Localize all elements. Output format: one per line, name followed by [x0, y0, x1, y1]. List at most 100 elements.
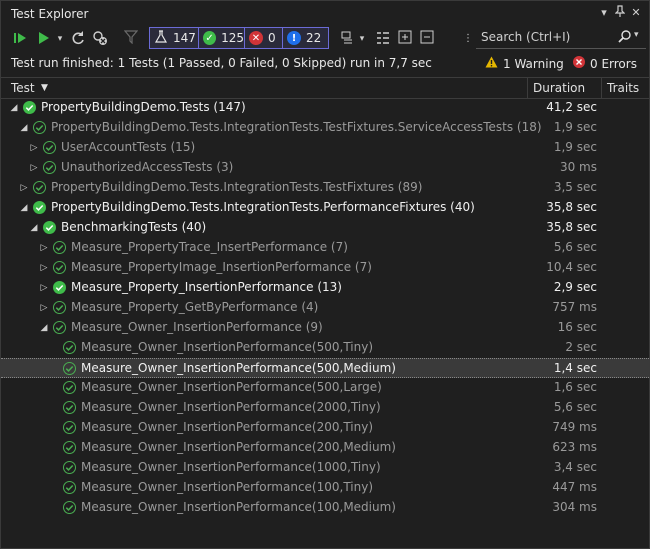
test-duration: 2 sec: [565, 340, 597, 354]
repeat-run-icon[interactable]: [69, 30, 87, 48]
passed-tests-badge[interactable]: ✓ 125: [199, 27, 245, 49]
more-options-icon[interactable]: ⋮: [463, 30, 473, 48]
total-tests-badge[interactable]: 147: [150, 27, 199, 49]
tree-row[interactable]: ▷ UserAccountTests (15) 1,9 sec: [1, 138, 649, 158]
test-duration: 16 sec: [557, 320, 597, 334]
search-icon[interactable]: [618, 30, 632, 47]
test-name: Measure_PropertyImage_InsertionPerforman…: [71, 260, 372, 274]
tree-row[interactable]: ◢ PropertyBuildingDemo.Tests.IntegrationT…: [1, 118, 649, 138]
expanded-chevron-icon[interactable]: ◢: [9, 100, 19, 116]
test-name: Measure_PropertyTrace_InsertPerformance …: [71, 240, 348, 254]
search-input[interactable]: Search (Ctrl+I) ▾: [476, 27, 646, 49]
passed-icon: [33, 181, 46, 194]
tree-row[interactable]: Measure_Owner_InsertionPerformance(1000,…: [1, 458, 649, 478]
tree-row[interactable]: ◢ PropertyBuildingDemo.Tests (147) 41,2 se…: [1, 98, 649, 118]
playlist-dropdown-icon[interactable]: ▾: [357, 30, 367, 48]
tree-row[interactable]: Measure_Owner_InsertionPerformance(200,M…: [1, 438, 649, 458]
test-duration: 757 ms: [552, 300, 597, 314]
title-bar: Test Explorer ▾ ✕: [1, 1, 649, 27]
pin-icon[interactable]: [613, 5, 627, 21]
column-divider[interactable]: [527, 78, 528, 98]
passed-icon: [43, 161, 56, 174]
collapse-all-icon[interactable]: [418, 30, 436, 48]
test-duration: 1,6 sec: [553, 380, 597, 394]
column-test[interactable]: Test: [11, 81, 35, 95]
group-by-icon[interactable]: [374, 30, 392, 48]
playlist-icon[interactable]: [339, 30, 357, 48]
tree-row[interactable]: Measure_Owner_InsertionPerformance(100,T…: [1, 478, 649, 498]
run-dropdown-icon[interactable]: ▾: [55, 30, 65, 48]
tree-row[interactable]: ▷ Measure_PropertyImage_InsertionPerforma…: [1, 258, 649, 278]
test-name: BenchmarkingTests (40): [61, 220, 207, 234]
passed-icon: [53, 321, 66, 334]
collapsed-chevron-icon[interactable]: ▷: [19, 180, 29, 196]
passed-icon: [63, 341, 76, 354]
tree-row[interactable]: Measure_Owner_InsertionPerformance(500,M…: [1, 358, 649, 378]
close-icon[interactable]: ✕: [629, 5, 643, 21]
passed-icon: [63, 461, 76, 474]
tree-row[interactable]: ▷ Measure_Property_GetByPerformance (4) 75…: [1, 298, 649, 318]
warnings-indicator[interactable]: 1 Warning: [485, 56, 564, 71]
test-name: Measure_Owner_InsertionPerformance (9): [71, 320, 323, 334]
collapsed-chevron-icon[interactable]: ▷: [29, 140, 39, 156]
window-position-dropdown-icon[interactable]: ▾: [597, 5, 611, 21]
expanded-chevron-icon[interactable]: ◢: [19, 200, 29, 216]
info-icon: !: [287, 31, 301, 45]
test-duration: 3,4 sec: [553, 460, 597, 474]
column-traits[interactable]: Traits: [607, 81, 639, 95]
tree-row[interactable]: ◢ PropertyBuildingDemo.Tests.IntegrationT…: [1, 198, 649, 218]
collapsed-chevron-icon[interactable]: ▷: [39, 240, 49, 256]
passed-icon: [33, 201, 46, 214]
collapsed-chevron-icon[interactable]: ▷: [39, 260, 49, 276]
collapsed-chevron-icon[interactable]: ▷: [29, 160, 39, 176]
tree-row[interactable]: Measure_Owner_InsertionPerformance(500,L…: [1, 378, 649, 398]
test-name: Measure_Owner_InsertionPerformance(200,T…: [81, 420, 374, 434]
tree-row[interactable]: ▷ Measure_Property_InsertionPerformance (…: [1, 278, 649, 298]
errors-indicator[interactable]: 0 Errors: [573, 56, 637, 71]
test-duration: 2,9 sec: [553, 280, 597, 294]
failed-tests-badge[interactable]: ✕ 0: [245, 27, 283, 49]
test-name: Measure_Owner_InsertionPerformance(500,M…: [81, 361, 396, 375]
tree-row[interactable]: Measure_Owner_InsertionPerformance(200,T…: [1, 418, 649, 438]
expanded-chevron-icon[interactable]: ◢: [29, 220, 39, 236]
run-all-icon[interactable]: [11, 30, 29, 48]
tree-row[interactable]: Measure_Owner_InsertionPerformance(500,T…: [1, 338, 649, 358]
test-duration: 1,9 sec: [553, 140, 597, 154]
tree-row[interactable]: ▷ PropertyBuildingDemo.Tests.IntegrationT…: [1, 178, 649, 198]
passed-icon: [53, 301, 66, 314]
test-duration: 10,4 sec: [546, 260, 597, 274]
passed-icon: [23, 101, 36, 114]
collapsed-chevron-icon[interactable]: ▷: [39, 300, 49, 316]
run-icon[interactable]: [35, 30, 53, 48]
window-title: Test Explorer: [11, 7, 89, 21]
tree-row[interactable]: Measure_Owner_InsertionPerformance(2000,…: [1, 398, 649, 418]
expanded-chevron-icon[interactable]: ◢: [39, 320, 49, 336]
not-run-tests-badge[interactable]: ! 22: [283, 27, 328, 49]
passed-icon: [63, 481, 76, 494]
warning-icon: [485, 56, 498, 71]
column-duration[interactable]: Duration: [533, 81, 585, 95]
tree-row[interactable]: Measure_Owner_InsertionPerformance(100,M…: [1, 498, 649, 518]
filter-icon[interactable]: [123, 30, 139, 48]
search-options-dropdown-icon[interactable]: ▾: [634, 30, 639, 40]
expand-all-icon[interactable]: [396, 30, 414, 48]
sort-chevron-down-icon[interactable]: ▼: [41, 83, 48, 93]
failed-icon: ✕: [249, 31, 263, 45]
test-duration: 35,8 sec: [546, 200, 597, 214]
tree-row[interactable]: ▷ UnauthorizedAccessTests (3) 30 ms: [1, 158, 649, 178]
tree-row[interactable]: ◢ BenchmarkingTests (40) 35,8 sec: [1, 218, 649, 238]
passed-icon: [63, 362, 76, 375]
test-duration: 3,5 sec: [553, 180, 597, 194]
test-duration: 1,9 sec: [553, 120, 597, 134]
collapsed-chevron-icon[interactable]: ▷: [39, 280, 49, 296]
tree-row[interactable]: ▷ Measure_PropertyTrace_InsertPerformance…: [1, 238, 649, 258]
cancel-run-icon[interactable]: [91, 30, 109, 48]
total-count: 147: [173, 31, 196, 45]
test-name: Measure_Owner_InsertionPerformance(100,M…: [81, 500, 396, 514]
expanded-chevron-icon[interactable]: ◢: [19, 120, 29, 136]
tree-row[interactable]: ◢ Measure_Owner_InsertionPerformance (9) 1…: [1, 318, 649, 338]
passed-icon: [63, 381, 76, 394]
column-divider[interactable]: [601, 78, 602, 98]
test-name: Measure_Property_InsertionPerformance (1…: [71, 280, 342, 294]
passed-icon: [53, 241, 66, 254]
